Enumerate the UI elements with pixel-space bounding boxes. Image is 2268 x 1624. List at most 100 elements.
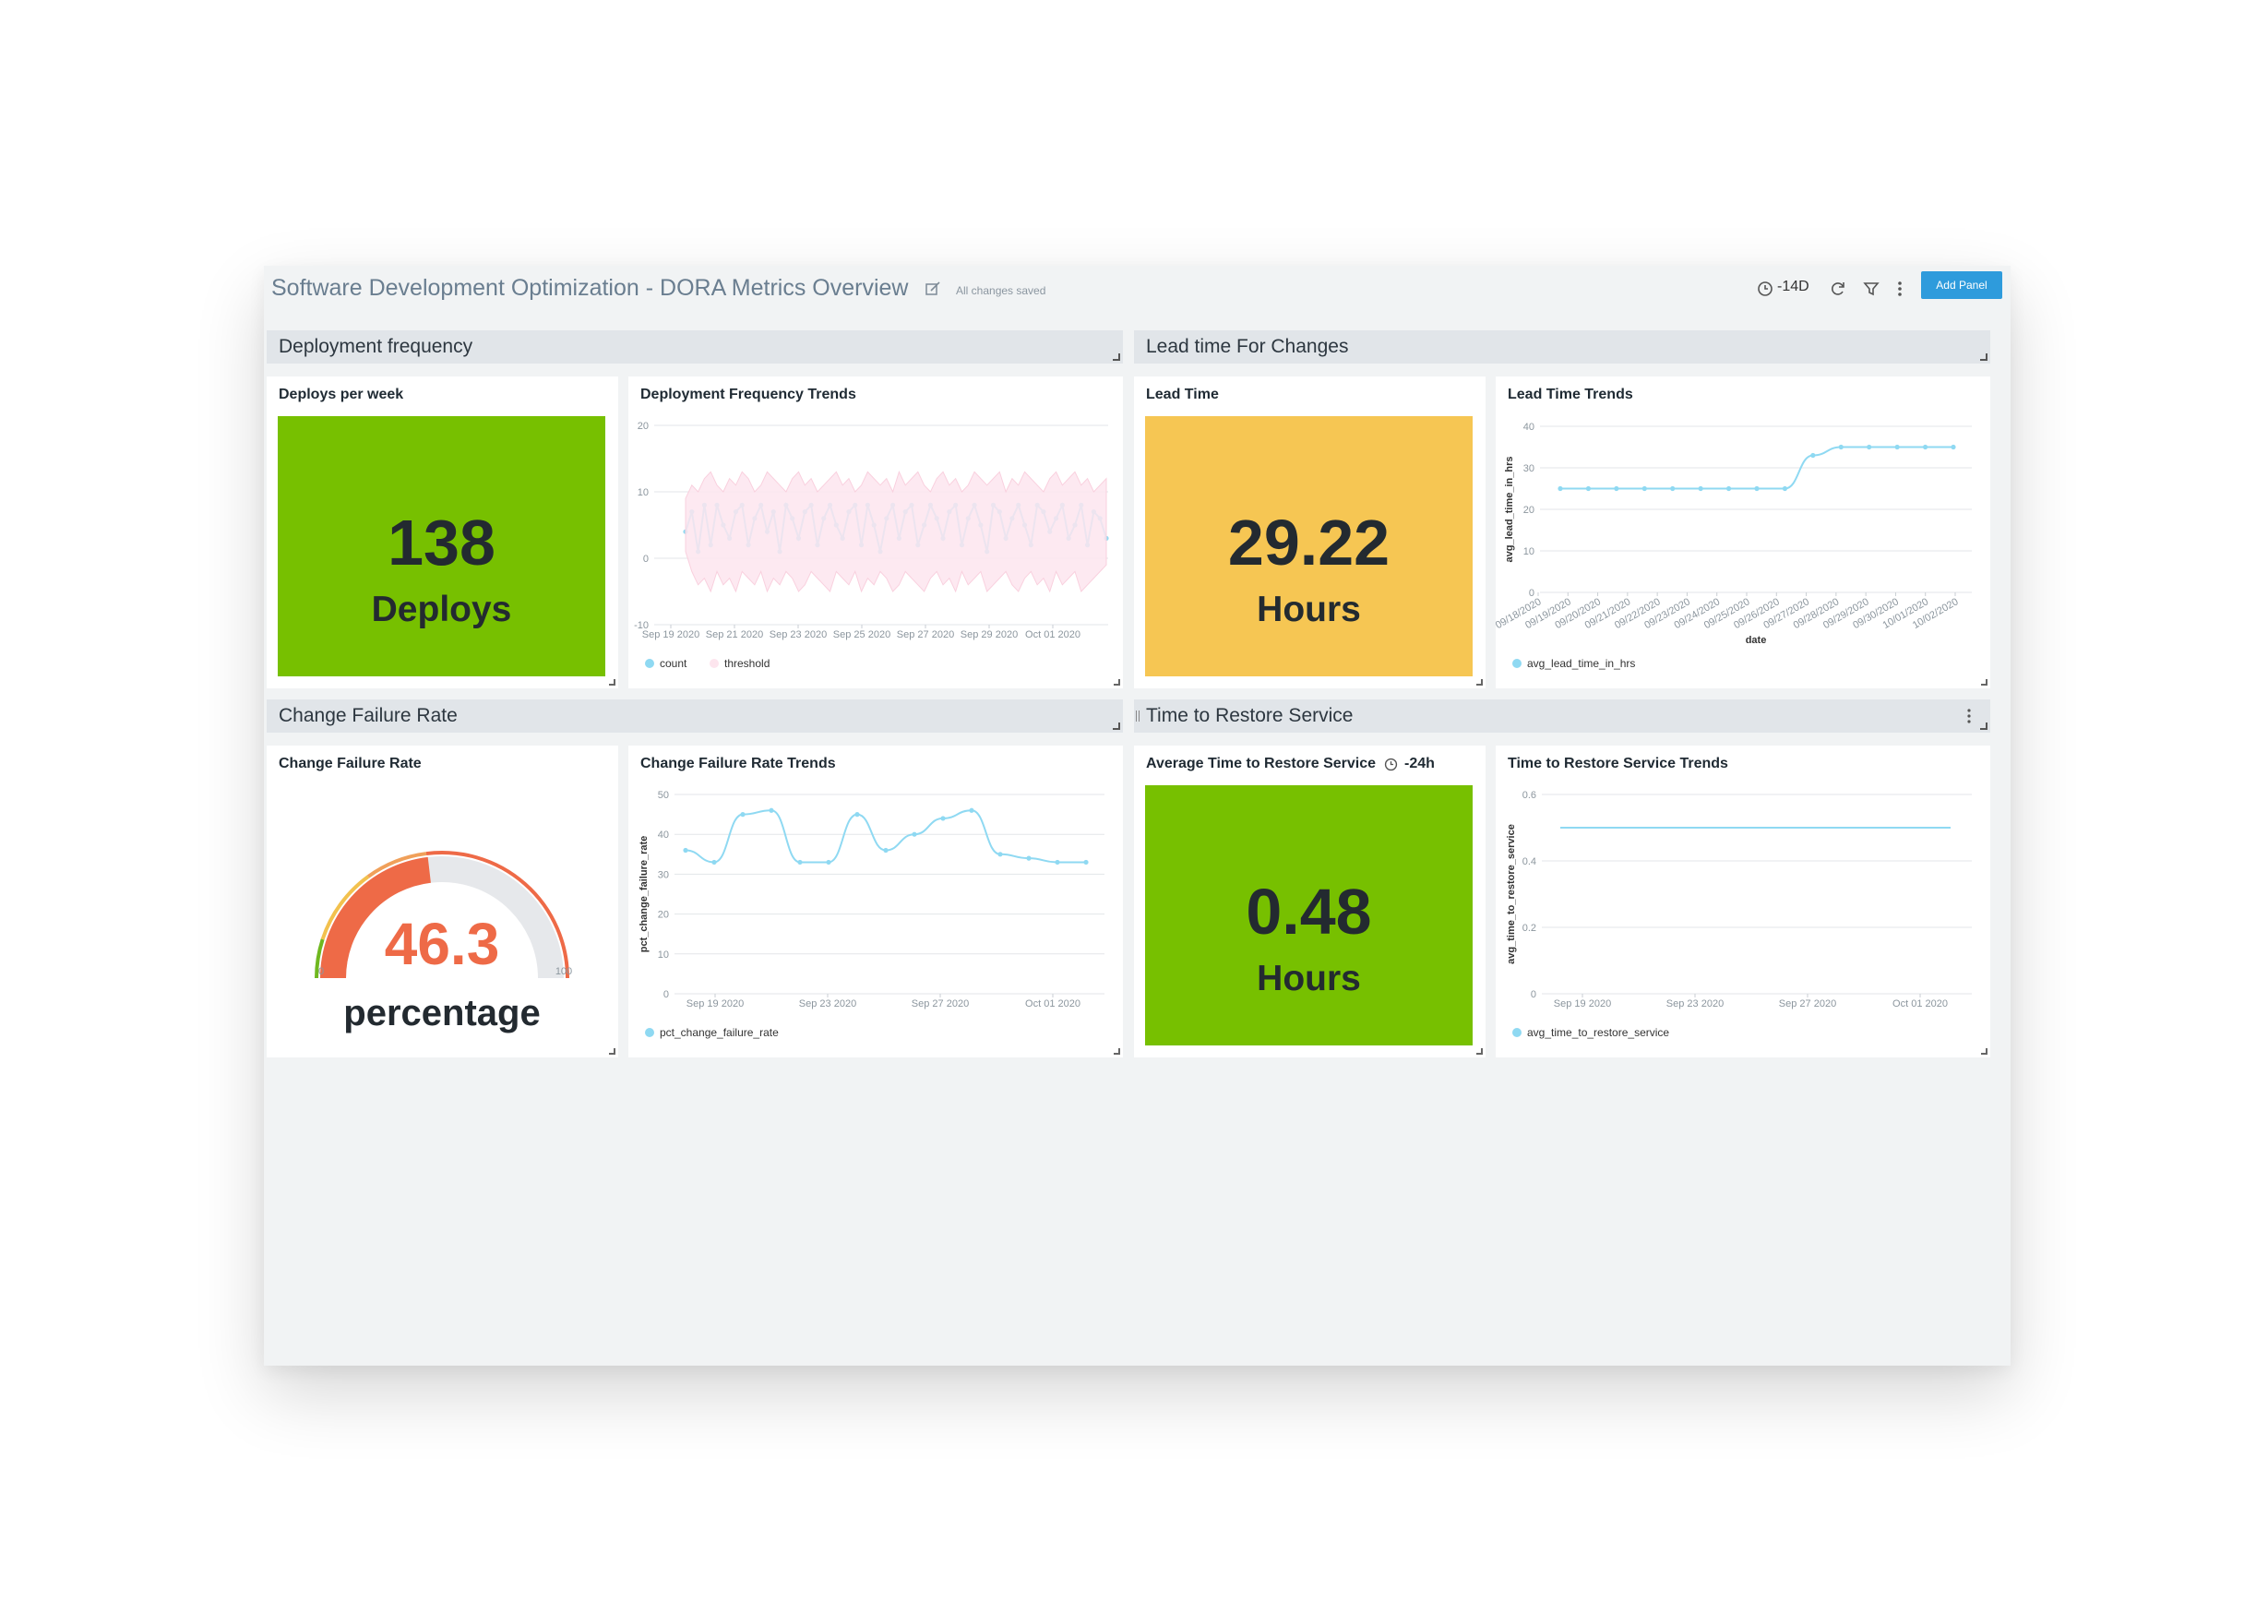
resize-handle[interactable] (1980, 722, 1987, 730)
data-point (1698, 485, 1703, 492)
threshold-band (685, 471, 1107, 593)
y-tick-label: 0 (663, 989, 669, 1000)
y-tick-label: 0.4 (1522, 856, 1536, 867)
panel-title: Lead Time (1146, 387, 1219, 402)
time-to-restore-chart[interactable]: 0.6 0.4 0.2 0 avg_time_to_restore_service Sep… (1496, 746, 1990, 1057)
data-point (1782, 485, 1788, 492)
panel-deployment-frequency-trends[interactable]: Deployment Frequency Trends 20 10 0 -10 Sep … (628, 376, 1123, 688)
metric-value: 138 (388, 507, 495, 579)
y-tick-label: 30 (658, 869, 669, 880)
legend-swatch (1512, 1028, 1522, 1037)
y-tick-label: 10 (1523, 546, 1534, 557)
data-point (1083, 859, 1089, 866)
panel-lead-time[interactable]: Lead Time 29.22 Hours (1134, 376, 1486, 688)
x-tick-label: Sep 27 2020 (1779, 998, 1836, 1009)
x-tick-label: Sep 27 2020 (912, 998, 969, 1009)
more-options-icon[interactable] (1893, 280, 1906, 298)
legend-label: pct_change_failure_rate (660, 1026, 779, 1039)
y-tick-label: 0 (1529, 588, 1534, 599)
y-tick-label: 20 (658, 910, 669, 921)
y-tick-label: 50 (658, 790, 669, 801)
clock-icon[interactable] (1383, 757, 1399, 772)
dashboard-title[interactable]: Software Development Optimization - DORA… (271, 275, 909, 302)
legend-swatch (645, 659, 654, 668)
y-tick-label: 40 (1523, 422, 1534, 433)
y-axis-label: avg_lead_time_in_hrs (1504, 457, 1515, 563)
y-tick-label: 40 (658, 830, 669, 841)
y-tick-label: 0.6 (1522, 790, 1536, 801)
resize-handle[interactable] (1981, 679, 1987, 686)
x-tick-label: Sep 19 2020 (686, 998, 744, 1009)
section-lead-time[interactable]: Lead time For Changes (1134, 330, 1990, 364)
edit-icon[interactable] (925, 281, 941, 297)
x-tick-label: Sep 29 2020 (961, 629, 1018, 640)
x-tick-label: Sep 23 2020 (770, 629, 827, 640)
panel-lead-time-trends[interactable]: Lead Time Trends 40 30 20 10 0 avg_lead_time_… (1496, 376, 1990, 688)
metric-value: 0.48 (1246, 876, 1372, 948)
clock-icon[interactable] (1756, 280, 1774, 298)
data-point (912, 831, 917, 837)
lead-time-chart[interactable]: 403020100avg_lead_time_in_hrs09/18/20200… (1496, 376, 1990, 688)
x-tick-label: Sep 25 2020 (833, 629, 890, 640)
x-tick-label: Sep 19 2020 (1554, 998, 1611, 1009)
single-value-tile: 0.48 Hours (1145, 785, 1473, 1045)
legend-label: avg_time_to_restore_service (1527, 1026, 1669, 1039)
resize-handle[interactable] (609, 679, 615, 686)
x-tick-label: Oct 01 2020 (1892, 998, 1948, 1009)
metric-value: 29.22 (1227, 507, 1391, 579)
panel-title: Average Time to Restore Service (1146, 756, 1377, 771)
panel-avg-time-to-restore[interactable]: Average Time to Restore Service -24h 0.4… (1134, 746, 1486, 1057)
section-change-failure-rate[interactable]: Change Failure Rate (267, 699, 1123, 733)
section-time-to-restore[interactable]: Time to Restore Service (1134, 699, 1990, 733)
data-point (1670, 485, 1676, 492)
x-axis-label: date (1746, 635, 1767, 646)
single-value-tile: 138 Deploys (278, 416, 605, 676)
y-tick-label: 10 (638, 487, 649, 498)
metric-unit: Hours (1257, 590, 1361, 629)
resize-handle[interactable] (1113, 353, 1120, 361)
resize-handle[interactable] (1114, 1048, 1120, 1055)
data-point (1754, 485, 1760, 492)
x-tick-label: Sep 27 2020 (897, 629, 954, 640)
resize-handle[interactable] (1476, 1048, 1483, 1055)
section-deployment-frequency[interactable]: Deployment frequency (267, 330, 1123, 364)
data-point (997, 852, 1003, 857)
panel-time-to-restore-trends[interactable]: Time to Restore Service Trends 0.6 0.4 0.2… (1496, 746, 1990, 1057)
panel-time-range[interactable]: -24h (1404, 756, 1435, 772)
resize-handle[interactable] (1113, 722, 1120, 730)
deployment-frequency-chart[interactable]: 20100-10Sep 19 2020 Sep 21 2020 Sep 23 202… (628, 376, 1123, 688)
legend-swatch (710, 659, 719, 668)
data-point (1614, 485, 1619, 492)
data-point (711, 859, 717, 866)
dashboard-toolbar: Software Development Optimization - DORA… (264, 266, 2011, 317)
panel-change-failure-rate[interactable]: Change Failure Rate 0 100 46.3 percentag… (267, 746, 618, 1057)
legend-label: threshold (724, 657, 770, 670)
panel-change-failure-rate-trends[interactable]: Change Failure Rate Trends 50 40 30 20 10 0 pc… (628, 746, 1123, 1057)
panel-deploys-per-week[interactable]: Deploys per week 138 Deploys (267, 376, 618, 688)
gauge-value: 46.3 (385, 911, 500, 977)
y-tick-label: 0.2 (1522, 923, 1536, 934)
data-point (1055, 859, 1060, 866)
metric-unit: Deploys (371, 590, 512, 629)
resize-handle[interactable] (609, 1048, 615, 1055)
data-point (854, 812, 860, 818)
data-point (1641, 485, 1647, 492)
y-tick-label: 30 (1523, 463, 1534, 474)
data-point (940, 816, 946, 821)
resize-handle[interactable] (1114, 679, 1120, 686)
resize-handle[interactable] (1981, 1048, 1987, 1055)
refresh-icon[interactable] (1829, 280, 1847, 298)
resize-handle[interactable] (1980, 353, 1987, 361)
add-panel-button[interactable]: Add Panel (1921, 271, 2002, 299)
data-point (1951, 444, 1956, 450)
data-point (1558, 485, 1563, 492)
legend-swatch (645, 1028, 654, 1037)
resize-handle[interactable] (1476, 679, 1483, 686)
more-options-icon[interactable] (1966, 708, 1972, 724)
drag-handle-icon[interactable] (1136, 710, 1140, 722)
change-failure-rate-chart[interactable]: 50 40 30 20 10 0 pct_change_failure_rate Sep 19… (628, 746, 1123, 1057)
data-point (1810, 452, 1816, 459)
filter-icon[interactable] (1862, 280, 1880, 298)
x-tick-label: Sep 23 2020 (1666, 998, 1724, 1009)
time-range-selector[interactable]: -14D (1777, 279, 1809, 295)
